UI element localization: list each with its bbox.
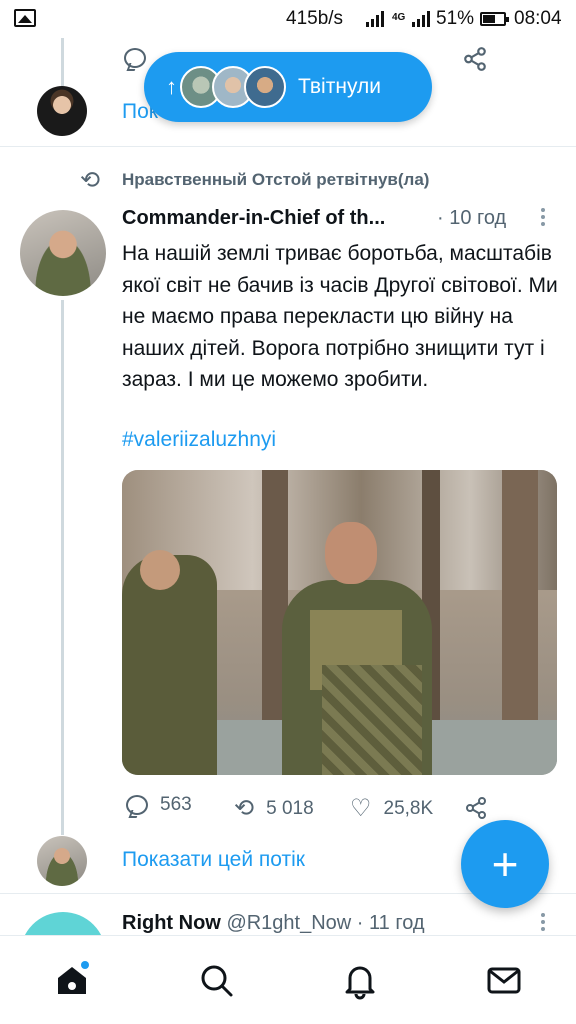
avatar[interactable] xyxy=(37,836,87,886)
network-type: 4G xyxy=(392,12,406,23)
tweet-media-image[interactable] xyxy=(122,470,557,775)
new-tweets-pill[interactable]: ↑ Твітнули xyxy=(144,52,432,122)
clock: 08:04 xyxy=(514,8,562,29)
pill-label: Твітнули xyxy=(298,75,381,98)
author-handle: @R1ght_Now · 11 год xyxy=(226,912,425,934)
reply-icon xyxy=(126,795,148,815)
reply-count: 563 xyxy=(160,794,192,815)
show-thread-link[interactable]: Показати цей потік xyxy=(122,848,305,872)
messages-icon[interactable] xyxy=(484,960,524,1000)
battery-percent: 51% xyxy=(436,8,475,29)
plus-icon: + xyxy=(491,838,519,890)
tweet-time[interactable]: · 10 год xyxy=(437,207,506,230)
avatar xyxy=(244,66,286,108)
more-options-icon[interactable] xyxy=(538,910,548,936)
search-icon[interactable] xyxy=(196,960,236,1000)
home-icon[interactable] xyxy=(52,960,92,1000)
share-icon[interactable] xyxy=(464,796,488,820)
reply-icon[interactable] xyxy=(124,48,146,68)
image-icon xyxy=(14,9,36,27)
battery-icon xyxy=(480,12,509,26)
status-bar: 415b/s 4G 51% 08:04 xyxy=(0,0,576,38)
heart-icon: ♡ xyxy=(350,795,372,822)
retweet-context[interactable]: Нравственный Отстой ретвітнув(ла) xyxy=(122,170,429,190)
signal-icon xyxy=(366,11,386,27)
retweet-count: 5 018 xyxy=(266,797,314,819)
retweet-icon: ⟲ xyxy=(234,795,255,822)
compose-tweet-button[interactable]: + xyxy=(461,820,549,908)
retweet-icon: ⟲ xyxy=(80,167,101,194)
like-button[interactable]: ♡ 25,8K xyxy=(350,794,433,823)
divider xyxy=(0,146,576,147)
author-name: Right Now xyxy=(122,912,221,934)
hashtag-link[interactable]: #valeriizaluzhnyi xyxy=(122,428,276,452)
tweet-text: На нашій землі триває боротьба, масштабі… xyxy=(122,242,558,391)
author-name[interactable]: Commander-in-Chief of th... xyxy=(122,207,434,230)
reply-button[interactable]: 563 xyxy=(126,794,192,816)
share-icon[interactable] xyxy=(462,46,488,72)
bottom-nav xyxy=(0,935,576,1024)
more-options-icon[interactable] xyxy=(538,205,548,231)
like-count: 25,8K xyxy=(383,797,434,819)
avatar[interactable] xyxy=(37,86,87,136)
retweet-button[interactable]: ⟲ 5 018 xyxy=(234,794,314,823)
thread-line xyxy=(61,300,64,835)
notifications-icon[interactable] xyxy=(340,960,380,1000)
network-speed: 415b/s xyxy=(286,8,344,29)
tweet-actions: 563 ⟲ 5 018 ♡ 25,8K xyxy=(0,794,576,824)
author-avatar[interactable] xyxy=(20,210,106,296)
signal-icon-2 xyxy=(412,11,432,27)
thread-line xyxy=(61,38,64,86)
next-tweet-author[interactable]: Right Now @R1ght_Now · 11 год xyxy=(122,912,425,935)
